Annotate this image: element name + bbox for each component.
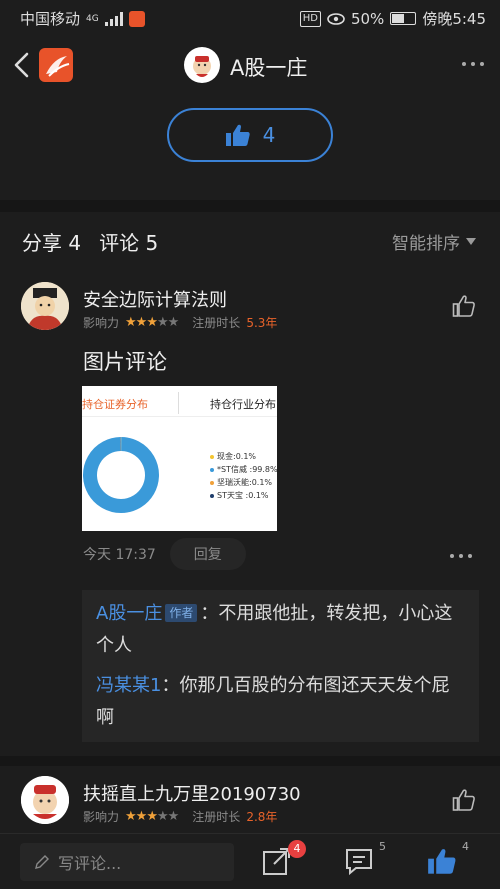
header-bar: A股一庄 [0,34,500,96]
legend-swatch [210,454,214,459]
tab-comments[interactable]: 评论 5 [99,227,158,256]
thumbs-up-icon [225,124,250,146]
eye-icon [327,12,345,25]
thumbs-up-icon [428,849,456,874]
comment-input[interactable]: 写评论... [20,843,234,881]
forward-button[interactable]: 4 [262,840,306,878]
register-value: 2.8年 [246,810,278,824]
signal-icon [104,11,123,26]
reply-item[interactable]: A股一庄 作者 ：不用跟他扯，转发把，小心这个人 [96,598,466,662]
comments-header: 分享 4 评论 5 智能排序 [0,212,500,266]
legend-label: *ST信威 :99.8% [217,465,277,474]
comment-time: 今天 17:37 [83,547,156,563]
bottom-bar: 写评论... 4 5 4 [0,833,500,889]
donut-chart [83,437,159,513]
legend-label: ST天宝 :0.1% [217,491,269,500]
legend-item: 现金:0.1% [210,450,277,463]
author-avatar[interactable] [184,47,220,83]
triangle-down-icon [466,238,476,245]
forward-count-badge: 4 [288,840,306,858]
user-meta: 影响力 ★★★★★ 注册时长 2.8年 [83,808,277,825]
app-logo-icon[interactable] [39,48,73,82]
sort-label: 智能排序 [392,234,460,254]
battery-percent: 50% [350,9,385,28]
comment-text: 图片评论 [83,350,167,374]
battery-icon [390,12,417,25]
app-notification-icon [128,10,145,27]
hd-icon: HD [299,10,321,27]
chart-legend: 现金:0.1% *ST信威 :99.8% 坚瑞沃能:0.1% ST天宝 :0.1% [210,450,277,502]
legend-swatch [210,467,214,472]
comment-more-icon[interactable] [450,554,472,558]
more-options-icon[interactable] [462,62,484,66]
register-label: 注册时长 [192,316,241,330]
legend-swatch [210,480,214,485]
donut-slice [83,437,159,513]
back-arrow-icon[interactable] [12,52,32,78]
legend-item: 坚瑞沃能:0.1% [210,476,277,489]
like-section: 4 [0,96,500,200]
legend-label: 坚瑞沃能:0.1% [217,478,273,487]
username[interactable]: 扶摇直上九万里20190730 [83,780,301,806]
reply-list: A股一庄 作者 ：不用跟他扯，转发把，小心这个人 冯某某1：你那几百股的分布图还天天… [82,590,479,742]
like-count: 4 [262,123,276,147]
clock: 傍晚5:45 [422,10,486,28]
user-meta: 影响力 ★★★★★ 注册时长 5.3年 [83,314,277,331]
comment-list: 安全边际计算法则 影响力 ★★★★★ 注册时长 5.3年 图片评论 持仓证券分布… [0,266,500,833]
reply-author[interactable]: A股一庄 [96,603,162,624]
reply-button[interactable]: 回复 [169,538,246,570]
author-badge: 作者 [165,604,198,622]
page-title: A股一庄 [230,56,308,80]
comment-icon [346,849,372,876]
like-bottom-button[interactable]: 4 [427,840,469,878]
comment-count: 5 [379,840,386,853]
register-label: 注册时长 [192,810,241,824]
like-bottom-count: 4 [462,840,469,853]
influence-stars: ★★★★★ [125,315,179,330]
legend-swatch [210,493,214,498]
comment-image[interactable]: 持仓证券分布 持仓行业分布 现金:0.1% *ST信威 :99.8% 坚瑞沃能:0.… [82,386,277,531]
carrier-label: 中国移动 [20,10,81,28]
tab-share[interactable]: 分享 4 [22,227,81,256]
influence-stars: ★★★★★ [125,809,179,824]
user-avatar[interactable] [21,776,69,824]
comments-button[interactable]: 5 [344,840,386,878]
image-tab-industry: 持仓行业分布 [210,398,276,411]
reply-item[interactable]: 冯某某1：你那几百股的分布图还天天发个屁啊 [96,670,466,734]
network-label: 4G [86,13,99,24]
thumbs-up-outline-icon[interactable] [452,788,476,812]
reply-author[interactable]: 冯某某1 [96,675,161,696]
user-avatar[interactable] [21,282,69,330]
pencil-icon [35,855,49,869]
thumbs-up-outline-icon[interactable] [452,294,476,318]
sort-dropdown[interactable]: 智能排序 [392,229,476,254]
register-value: 5.3年 [246,316,278,330]
comment-divider [0,756,500,766]
legend-item: *ST信威 :99.8% [210,463,277,476]
status-bar: 中国移动 4G HD 50% 傍晚5:45 [0,0,500,34]
influence-label: 影响力 [83,810,120,824]
comment-footer: 今天 17:37 回复 [83,538,246,570]
legend-item: ST天宝 :0.1% [210,489,277,502]
influence-label: 影响力 [83,316,120,330]
like-button[interactable]: 4 [167,108,333,162]
legend-label: 现金:0.1% [217,452,257,461]
username[interactable]: 安全边际计算法则 [83,286,227,312]
comment-placeholder: 写评论... [58,854,122,873]
